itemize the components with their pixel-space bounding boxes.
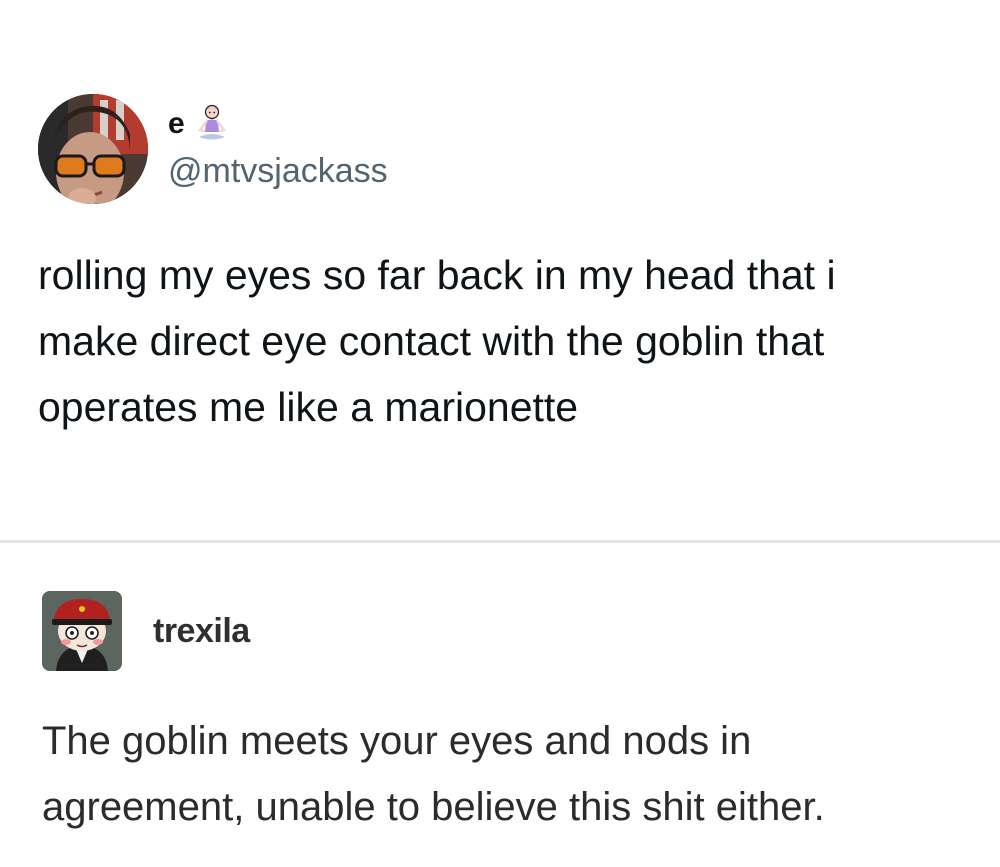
section-divider — [0, 540, 1000, 543]
avatar-illustration-icon — [42, 591, 122, 671]
person-in-lotus-position-icon — [195, 104, 229, 144]
reply-body-text: The goblin meets your eyes and nods in a… — [42, 719, 825, 829]
reply-username[interactable]: trexila — [153, 612, 250, 651]
tweet-author-name-row: e — [168, 100, 229, 148]
tweet-body-text: rolling my eyes so far back in my head t… — [38, 252, 836, 430]
avatar-photo-icon — [38, 94, 148, 204]
tweet-display-name[interactable]: e — [168, 107, 185, 141]
tweet-author-handle[interactable]: @mtvsjackass — [168, 152, 388, 191]
tweet-post: e @mtvsjackass rolling my eyes so far ba… — [0, 0, 1000, 540]
tweet-author-avatar[interactable] — [38, 94, 148, 204]
reply-author-avatar[interactable] — [42, 591, 122, 671]
